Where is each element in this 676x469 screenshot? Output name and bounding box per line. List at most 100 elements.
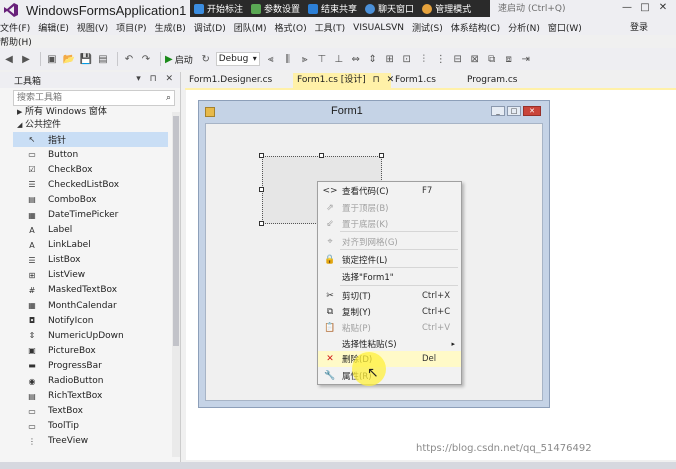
forward-icon[interactable]: ▶: [19, 52, 33, 66]
toolbox-item[interactable]: ⊞ ListView: [0, 268, 180, 283]
configuration-dropdown[interactable]: Debug: [215, 52, 260, 66]
toolbox-item[interactable]: ▣ PictureBox: [0, 343, 180, 358]
toolbox-item[interactable]: ⋮ TreeView: [0, 434, 180, 449]
menu-debug[interactable]: 调试(D): [194, 21, 234, 34]
toolbox-group-all-windows-forms[interactable]: ▶ 所有 Windows 窗体: [0, 106, 180, 119]
toolbox-item[interactable]: ↖ 指针: [13, 132, 168, 148]
menu-visualsvn[interactable]: VISUALSVN: [353, 23, 412, 33]
context-menu-item[interactable]: 🔧属性(R): [318, 368, 461, 384]
context-menu-item[interactable]: 🔒 锁定控件(L): [318, 252, 461, 268]
menu-window[interactable]: 窗口(W): [548, 21, 590, 34]
undo-icon[interactable]: ↶: [122, 52, 136, 66]
menu-view[interactable]: 视图(V): [77, 21, 116, 34]
layout-align-middle-icon[interactable]: ⊥: [332, 52, 346, 66]
toolbox-item[interactable]: ◉ RadioButton: [0, 374, 180, 389]
toolbox-item[interactable]: ▭ TextBox: [0, 404, 180, 419]
context-menu-item[interactable]: 选择"Form1": [318, 269, 461, 285]
menu-architecture[interactable]: 体系结构(C): [451, 21, 508, 34]
menu-project[interactable]: 项目(P): [116, 21, 154, 34]
tab-form1-designer-cs[interactable]: Form1.Designer.cs: [185, 73, 293, 88]
layout-align-center-icon[interactable]: ⫼: [281, 52, 295, 66]
context-menu-item[interactable]: <> 查看代码(C) F7: [318, 183, 461, 199]
menu-test[interactable]: 测试(S): [412, 21, 451, 34]
layout-hspace-icon[interactable]: ⫶: [417, 52, 431, 66]
layout-vspace-icon[interactable]: ⋮: [434, 52, 448, 66]
menu-format[interactable]: 格式(O): [275, 21, 315, 34]
resize-handle[interactable]: [259, 221, 264, 226]
toolbox-group-common-controls[interactable]: ◢ 公共控件: [0, 119, 180, 132]
layout-same-size-icon[interactable]: ⊞: [383, 52, 397, 66]
close-button[interactable]: ✕: [654, 2, 672, 16]
toolbox-scrollbar[interactable]: [172, 112, 180, 457]
toolbox-item[interactable]: ▦ DateTimePicker: [0, 207, 180, 222]
toolbox-item[interactable]: ◘ NotifyIcon: [0, 313, 180, 328]
context-menu-item[interactable]: ⇙ 置于底层(K): [318, 216, 461, 232]
menu-analyze[interactable]: 分析(N): [508, 21, 548, 34]
overlay-admin[interactable]: 管理模式: [422, 2, 471, 15]
overlay-chat[interactable]: 聊天窗口: [365, 2, 414, 15]
toolbox-item[interactable]: A Label: [0, 223, 180, 238]
start-debugging-button[interactable]: ▶ 启动: [165, 53, 193, 66]
toolbox-item[interactable]: ▤ ComboBox: [0, 192, 180, 207]
context-menu-item[interactable]: ✕删除(D)Del: [318, 351, 461, 367]
layout-center-h-icon[interactable]: ⊟: [451, 52, 465, 66]
save-all-icon[interactable]: ▤: [96, 52, 110, 66]
layout-grid-icon[interactable]: ⊡: [400, 52, 414, 66]
toolbox-window-buttons[interactable]: ▾ ⊓ ✕: [136, 74, 176, 84]
toolbox-search-input[interactable]: 搜索工具箱 ⌕: [13, 90, 175, 106]
toolbox-item[interactable]: ☰ CheckedListBox: [0, 177, 180, 192]
context-menu-item[interactable]: ✂ 剪切(T) Ctrl+X: [318, 288, 461, 304]
tab-program-cs[interactable]: Program.cs: [463, 73, 543, 88]
minimize-button[interactable]: —: [618, 2, 636, 16]
overlay-settings[interactable]: 参数设置: [251, 2, 300, 15]
new-project-icon[interactable]: ▣: [45, 52, 59, 66]
toolbox-item[interactable]: ⇕ NumericUpDown: [0, 328, 180, 343]
context-menu-item[interactable]: 选择性粘贴(S) ▸: [318, 336, 461, 352]
resize-handle[interactable]: [259, 187, 264, 192]
layout-align-left-icon[interactable]: ⫷: [264, 52, 278, 66]
menu-team[interactable]: 团队(M): [234, 21, 275, 34]
resize-handle[interactable]: [379, 153, 384, 158]
tab-order-icon[interactable]: ⇥: [519, 52, 533, 66]
toolbox-item[interactable]: ☑ CheckBox: [0, 162, 180, 177]
toolbox-item[interactable]: A LinkLabel: [0, 238, 180, 253]
menu-file[interactable]: 文件(F): [0, 21, 38, 34]
context-menu-item[interactable]: ⌖ 对齐到网格(G): [318, 234, 461, 250]
layout-align-top-icon[interactable]: ⊤: [315, 52, 329, 66]
toolbox-item[interactable]: # MaskedTextBox: [0, 283, 180, 298]
layout-center-v-icon[interactable]: ⊠: [468, 52, 482, 66]
refresh-icon[interactable]: ↻: [199, 52, 213, 66]
toolbox-item[interactable]: ▭ Button: [0, 147, 180, 162]
resize-handle[interactable]: [259, 153, 264, 158]
menu-help[interactable]: 帮助(H): [0, 35, 32, 48]
open-folder-icon[interactable]: 📂: [62, 52, 76, 66]
back-icon[interactable]: ◀: [2, 52, 16, 66]
context-menu-item[interactable]: 📋 粘贴(P) Ctrl+V: [318, 320, 461, 336]
bring-front-icon[interactable]: ⧉: [485, 52, 499, 66]
layout-same-width-icon[interactable]: ⇔: [349, 52, 363, 66]
toolbox-item[interactable]: ☰ ListBox: [0, 253, 180, 268]
tab-form1-cs-design[interactable]: Form1.cs [设计] ⊓ ✕: [293, 73, 394, 88]
scrollbar-thumb[interactable]: [173, 116, 179, 346]
toolbox-item[interactable]: ▦ MonthCalendar: [0, 298, 180, 313]
menu-build[interactable]: 生成(B): [155, 21, 194, 34]
menu-tools[interactable]: 工具(T): [315, 21, 354, 34]
toolbox-item[interactable]: ▤ RichTextBox: [0, 389, 180, 404]
redo-icon[interactable]: ↷: [139, 52, 153, 66]
context-menu-item[interactable]: ⧉ 复制(Y) Ctrl+C: [318, 304, 461, 320]
toolbox-item[interactable]: ▬ ProgressBar: [0, 358, 180, 373]
quick-launch-input[interactable]: 速启动 (Ctrl+Q): [496, 2, 606, 17]
overlay-end-share[interactable]: 结束共享: [308, 2, 357, 15]
menu-edit[interactable]: 编辑(E): [38, 21, 77, 34]
tab-form1-cs[interactable]: Form1.cs: [391, 73, 463, 88]
pin-icon[interactable]: ⊓: [373, 73, 380, 88]
toolbox-item[interactable]: ▭ ToolTip: [0, 419, 180, 434]
layout-align-right-icon[interactable]: ⫸: [298, 52, 312, 66]
context-menu-item[interactable]: ⇗ 置于顶层(B): [318, 200, 461, 216]
maximize-button[interactable]: □: [636, 2, 654, 16]
overlay-start-annotate[interactable]: 开始标注: [194, 2, 243, 15]
layout-same-height-icon[interactable]: ⇕: [366, 52, 380, 66]
resize-handle[interactable]: [319, 153, 324, 158]
save-icon[interactable]: 💾: [79, 52, 93, 66]
send-back-icon[interactable]: ⧈: [502, 52, 516, 66]
